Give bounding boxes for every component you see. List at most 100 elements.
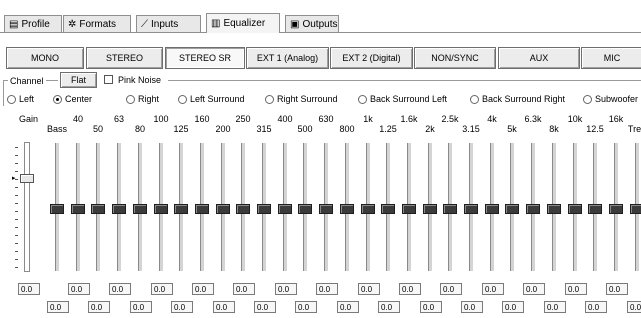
gain-tick-mark	[15, 251, 18, 252]
band-slider-thumb[interactable]	[423, 204, 437, 214]
band-slider-thumb[interactable]	[319, 204, 333, 214]
band-slider-thumb[interactable]	[547, 204, 561, 214]
band-value-box: 0.0	[565, 283, 587, 295]
band-slider-thumb[interactable]	[568, 204, 582, 214]
gain-tick-mark	[15, 235, 18, 236]
mode-button-ext-1-analog[interactable]: EXT 1 (Analog)	[246, 47, 329, 69]
mode-button-stereo-sr[interactable]: STEREO SR	[165, 47, 245, 69]
band-slider-thumb[interactable]	[630, 204, 641, 214]
band-slider-thumb[interactable]	[91, 204, 105, 214]
channel-radio-right-surround[interactable]: Right Surround	[265, 94, 338, 104]
mode-button-ext-2-digital[interactable]: EXT 2 (Digital)	[330, 47, 413, 69]
channel-radio-subwoofer[interactable]: Subwoofer	[583, 94, 638, 104]
band-slider-thumb[interactable]	[361, 204, 375, 214]
gain-slider-thumb[interactable]	[20, 174, 34, 183]
band-slider-thumb[interactable]	[236, 204, 250, 214]
channel-radio-left-surround[interactable]: Left Surround	[178, 94, 245, 104]
tab-profile[interactable]: ▤ Profile	[4, 15, 62, 32]
band-slider-thumb[interactable]	[133, 204, 147, 214]
band-slider-thumb[interactable]	[216, 204, 230, 214]
band-slider-thumb[interactable]	[526, 204, 540, 214]
tab-label: Equalizer	[223, 18, 266, 29]
gain-label: Gain	[19, 114, 39, 124]
channel-radio-right[interactable]: Right	[126, 94, 159, 104]
band-slider-thumb[interactable]	[278, 204, 292, 214]
band-value-box: 0.0	[171, 301, 193, 313]
band-label: 1k	[363, 114, 373, 124]
band-label: 160	[194, 114, 210, 124]
radio-label: Left Surround	[190, 94, 245, 104]
radio-label: Center	[65, 94, 93, 104]
band-value-box: 0.0	[130, 301, 152, 313]
band-label: 4k	[487, 114, 497, 124]
gain-tick-mark	[15, 195, 18, 196]
band-label: 200	[215, 124, 231, 134]
band-label: 250	[235, 114, 251, 124]
radio-icon	[53, 94, 62, 104]
mode-button-non-sync[interactable]: NON/SYNC	[414, 47, 496, 69]
band-slider-thumb[interactable]	[340, 204, 354, 214]
tab-formats[interactable]: ✲ Formats	[63, 15, 131, 32]
band-value-box: 0.0	[461, 301, 483, 313]
band-label: 40	[72, 114, 83, 124]
band-label: 125	[173, 124, 189, 134]
band-slider-thumb[interactable]	[609, 204, 623, 214]
mode-button-aux[interactable]: AUX	[498, 47, 580, 69]
band-slider-thumb[interactable]	[381, 204, 395, 214]
radio-label: Subwoofer	[595, 94, 639, 104]
band-slider-thumb[interactable]	[50, 204, 64, 214]
gain-tick-mark	[15, 243, 18, 244]
band-slider-thumb[interactable]	[464, 204, 478, 214]
flat-button[interactable]: Flat	[60, 72, 97, 88]
radio-label: Right Surround	[277, 94, 338, 104]
band-label: Treb	[627, 124, 641, 134]
band-slider-thumb[interactable]	[588, 204, 602, 214]
mode-button-stereo[interactable]: STEREO	[86, 47, 163, 69]
gain-slider-track[interactable]	[24, 142, 30, 272]
radio-icon	[470, 94, 479, 104]
tab-divider	[0, 32, 641, 33]
gain-marker-icon: ▸	[12, 175, 16, 182]
band-value-box: 0.0	[440, 283, 462, 295]
channel-radio-center[interactable]: Center	[53, 94, 92, 104]
mode-button-mic[interactable]: MIC	[581, 47, 641, 69]
band-label: Bass	[46, 124, 67, 134]
pink-noise-checkbox[interactable]	[104, 75, 113, 84]
radio-label: Back Surround Right	[482, 94, 566, 104]
band-slider-thumb[interactable]	[298, 204, 312, 214]
channel-radio-left[interactable]: Left	[7, 94, 34, 104]
band-slider-thumb[interactable]	[443, 204, 457, 214]
tab-label: Profile	[21, 18, 50, 30]
tab-label: Outputs	[302, 18, 338, 30]
band-slider-thumb[interactable]	[402, 204, 416, 214]
radio-icon	[358, 94, 367, 104]
band-slider-thumb[interactable]	[112, 204, 126, 214]
band-slider-thumb[interactable]	[174, 204, 188, 214]
tab-inputs[interactable]: ⟋ Inputs	[136, 15, 201, 32]
band-value-box: 0.0	[192, 283, 214, 295]
band-slider-thumb[interactable]	[257, 204, 271, 214]
band-value-box: 0.0	[254, 301, 276, 313]
profile-icon: ▤	[9, 18, 19, 30]
band-value-box: 0.0	[337, 301, 359, 313]
radio-label: Left	[19, 94, 35, 104]
band-label: 1.25	[379, 124, 397, 134]
gain-tick-mark	[15, 147, 18, 148]
tab-equalizer[interactable]: ▥ Equalizer	[206, 13, 280, 33]
band-value-box: 0.0	[378, 301, 400, 313]
band-slider-thumb[interactable]	[154, 204, 168, 214]
gain-tick-mark	[15, 155, 18, 156]
band-label: 8k	[549, 124, 559, 134]
channel-radio-back-surround-left[interactable]: Back Surround Left	[358, 94, 447, 104]
pink-noise-label: Pink Noise	[118, 75, 162, 85]
gain-tick-mark	[15, 203, 18, 204]
mode-button-mono[interactable]: MONO	[6, 47, 84, 69]
band-slider-thumb[interactable]	[195, 204, 209, 214]
channel-radio-back-surround-right[interactable]: Back Surround Right	[470, 94, 565, 104]
band-slider-thumb[interactable]	[71, 204, 85, 214]
band-slider-thumb[interactable]	[505, 204, 519, 214]
band-slider-thumb[interactable]	[485, 204, 499, 214]
tab-outputs[interactable]: ▣ Outputs	[285, 15, 339, 32]
band-value-box: 0.0	[213, 301, 235, 313]
gain-value-box: 0.0	[18, 283, 40, 295]
